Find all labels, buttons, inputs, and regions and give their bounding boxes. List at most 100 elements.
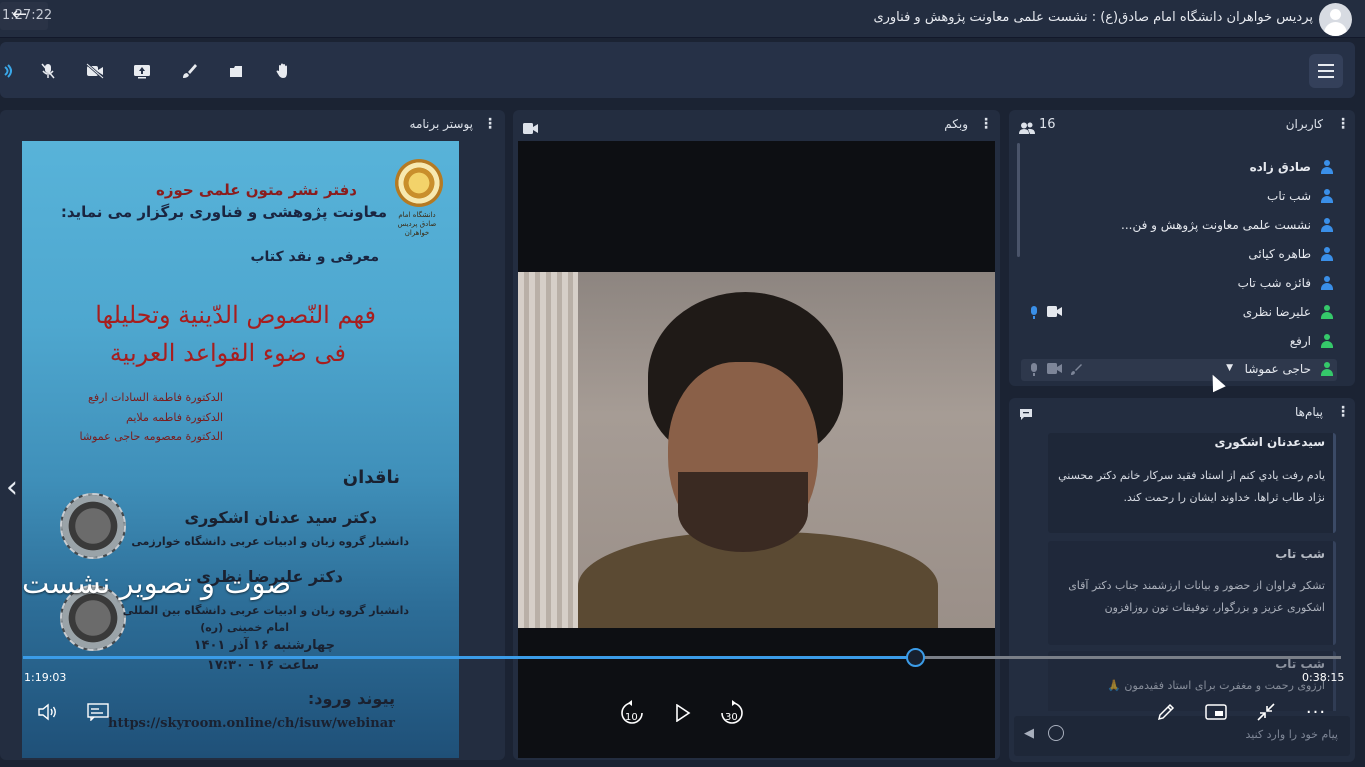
camera-icon[interactable] <box>1047 363 1062 374</box>
user-row[interactable]: علیرضا نظری <box>1021 302 1337 324</box>
user-name: صادق زاده <box>1249 160 1311 174</box>
user-icon <box>1320 305 1334 319</box>
user-row[interactable]: حاجی عموشا ▼ <box>1021 359 1337 381</box>
user-icon <box>1320 189 1334 203</box>
link-label: پیوند ورود: <box>307 689 395 708</box>
chat-messages: سیدعدنان اشکوری یادم رفت یادي کنم از است… <box>1014 429 1350 711</box>
message-sender: سیدعدنان اشکوری <box>1214 435 1325 449</box>
webcam-panel-menu-icon[interactable]: ⋮ <box>979 117 993 131</box>
skip-back-label: 10 <box>625 712 638 723</box>
message-text: تشکر فراوان از حضور و بیانات ارزشمند جنا… <box>1068 579 1325 614</box>
poster-line-2: معاونت پژوهشی و فناوری برگزار می نماید: <box>60 203 387 221</box>
user-row[interactable]: طاهره کیائی <box>1021 244 1337 266</box>
room-title: پردیس خواهران دانشگاه امام صادق(ع) : نشس… <box>873 10 1313 25</box>
user-icon <box>1320 247 1334 261</box>
more-options-icon[interactable]: ··· <box>1304 701 1328 723</box>
screen: 1:27:22 ← پردیس خواهران دانشگاه امام صاد… <box>0 0 1365 767</box>
message-sender: شب تاب <box>1275 547 1325 561</box>
critic-1-name: دکتر سید عدنان اشکوری <box>184 508 378 527</box>
user-icon <box>1320 160 1334 174</box>
users-list: صادق زاده شب تاب نشست علمی معاونت پژوهش و … <box>1017 143 1347 381</box>
exit-fullscreen-icon[interactable] <box>1254 701 1278 723</box>
subtitles-icon[interactable] <box>86 701 110 723</box>
event-date: چهارشنبه ۱۶ آذر ۱۴۰۱ <box>193 638 335 653</box>
picture-in-picture-icon[interactable] <box>1204 701 1228 723</box>
toolbar <box>0 42 1355 98</box>
user-row[interactable]: صادق زاده <box>1021 157 1337 179</box>
author-3: الدکتورة معصومه حاجی عموشا <box>79 430 224 443</box>
user-icon <box>1320 362 1334 376</box>
camera-icon[interactable] <box>1047 306 1062 317</box>
files-icon[interactable] <box>221 56 251 86</box>
message-text: آرزوی رحمت و مغفرت برای استاد فقیدمون 🙏 <box>1107 679 1325 692</box>
chat-message: شب تاب آرزوی رحمت و مغفرت برای استاد فقی… <box>1048 651 1336 711</box>
critic-2-role: دانشیار گروه زبان و ادبیات عربی دانشگاه … <box>122 604 409 617</box>
user-row[interactable]: شب تاب <box>1021 186 1337 208</box>
users-count: 16 <box>1039 117 1056 132</box>
brush-icon[interactable] <box>1070 363 1083 376</box>
mic-off-icon[interactable] <box>33 56 63 86</box>
user-row[interactable]: نشست علمی معاونت پژوهش و فن... <box>1021 215 1337 237</box>
chat-panel-title: پیام‌ها <box>1294 405 1323 419</box>
volume-icon[interactable] <box>35 701 61 723</box>
raise-hand-icon[interactable] <box>268 56 298 86</box>
book-title-line-1: فهم النّصوص الدّینیة وتحلیلها <box>95 301 376 329</box>
skip-forward-icon[interactable]: 30 <box>718 700 746 726</box>
back-arrow-icon[interactable]: ← <box>12 4 27 25</box>
user-name: حاجی عموشا <box>1244 362 1311 376</box>
poster-line-1: دفتر نشر متون علمی حوزه <box>155 181 357 199</box>
message-sender: شب تاب <box>1275 657 1325 671</box>
screen-share-icon[interactable] <box>127 56 157 86</box>
skip-forward-label: 30 <box>725 712 738 723</box>
chat-panel-menu-icon[interactable]: ⋮ <box>1336 405 1350 419</box>
avatar[interactable] <box>1319 3 1352 36</box>
user-name: فائزه شب تاب <box>1237 276 1311 290</box>
speaker-icon[interactable] <box>0 56 26 86</box>
users-panel-menu-icon[interactable]: ⋮ <box>1336 117 1350 131</box>
seek-bar-progress <box>23 656 915 659</box>
author-2: الدکتورة فاطمه ملایم <box>126 411 223 424</box>
chat-input-placeholder: پیام خود را وارد کنید <box>1245 728 1338 741</box>
pen-icon[interactable] <box>1154 701 1178 723</box>
user-row[interactable]: ارفع <box>1021 331 1337 353</box>
author-1: الدکتورة فاطمة السادات ارفع <box>88 391 223 404</box>
poster-panel-menu-icon[interactable]: ⋮ <box>483 117 497 131</box>
user-icon <box>1320 218 1334 232</box>
emoji-icon[interactable] <box>1048 725 1064 741</box>
seek-bar[interactable] <box>23 648 1341 667</box>
chevron-left-icon[interactable]: ‹ <box>6 470 18 505</box>
play-icon[interactable] <box>672 702 694 724</box>
chevron-down-icon[interactable]: ▼ <box>1226 363 1233 373</box>
elapsed-time: 1:19:03 <box>24 671 67 684</box>
poster-line-3: معرفی و نقد کتاب <box>250 249 379 265</box>
poster-image: دانشگاه امام صادق پردیس خواهران دفتر نشر… <box>22 141 459 758</box>
chat-input[interactable]: پیام خود را وارد کنید ◀ <box>1014 716 1350 756</box>
skip-back-icon[interactable]: 10 <box>618 700 646 726</box>
seek-thumb[interactable] <box>906 648 925 667</box>
user-name: شب تاب <box>1267 189 1311 203</box>
user-name: نشست علمی معاونت پژوهش و فن... <box>1121 218 1311 232</box>
video-camera-icon <box>523 119 538 138</box>
brush-icon[interactable] <box>174 56 204 86</box>
mic-icon[interactable] <box>1029 306 1039 320</box>
user-icon <box>1320 276 1334 290</box>
camera-off-icon[interactable] <box>80 56 110 86</box>
critic-1-photo <box>60 493 126 559</box>
player-caption: صوت و تصویر نشست <box>22 566 292 600</box>
users-panel-title: کاربران <box>1285 117 1323 131</box>
message-text: یادم رفت یادي کنم از استاد فقید سرکار خا… <box>1058 469 1325 504</box>
chat-message: سیدعدنان اشکوری یادم رفت یادي کنم از است… <box>1048 433 1336 533</box>
mic-icon[interactable] <box>1029 363 1039 377</box>
send-icon[interactable]: ◀ <box>1024 726 1034 741</box>
menu-icon[interactable] <box>1309 54 1343 88</box>
users-scrollbar[interactable] <box>1017 143 1020 257</box>
user-row[interactable]: فائزه شب تاب <box>1021 273 1337 295</box>
remaining-time: 0:38:15 <box>1302 671 1345 684</box>
user-icon <box>1320 334 1334 348</box>
critic-2-role-2: امام خمینی (ره) <box>200 621 289 634</box>
user-name: طاهره کیائی <box>1248 247 1311 261</box>
webcam-panel-title: وبکم <box>944 117 968 131</box>
critic-1-role: دانشیار گروه زبان و ادبیات عربی دانشگاه … <box>131 535 409 548</box>
poster-panel: ⋮ پوستر برنامه دانشگاه امام صادق پردیس خ… <box>0 110 505 760</box>
university-logo <box>395 159 443 207</box>
